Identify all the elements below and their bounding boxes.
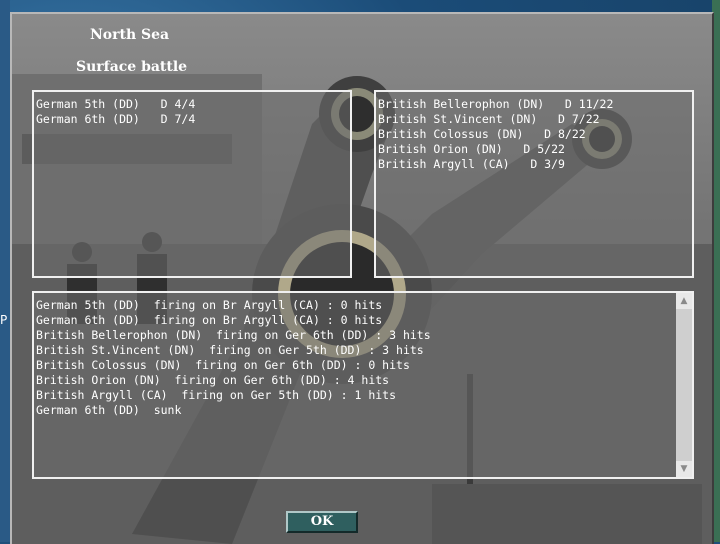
german-ships-panel: German 5th (DD) D 4/4 German 6th (DD) D 7… (32, 90, 352, 278)
map-label-fragment: P (0, 313, 8, 327)
german-ship-entry: German 6th (DD) D 7/4 (36, 112, 196, 126)
region-title: North Sea (90, 27, 170, 43)
german-ships-list: German 5th (DD) D 4/4 German 6th (DD) D 7… (36, 97, 195, 127)
battle-report-dialog: North Sea Surface battle German 5th (DD)… (10, 12, 714, 544)
combat-log-list: German 5th (DD) firing on Br Argyll (CA)… (36, 298, 431, 418)
british-ship-entry: British Orion (DN) D 5/22 (378, 142, 565, 156)
british-ship-entry: British Bellerophon (DN) D 11/22 (378, 97, 614, 111)
scroll-up-arrow-icon[interactable]: ▲ (676, 293, 692, 309)
british-ships-list: British Bellerophon (DN) D 11/22 British … (378, 97, 613, 172)
combat-log-scrollbar[interactable]: ▲ ▼ (676, 293, 692, 477)
combat-log-entry: British Orion (DN) firing on Ger 6th (DD… (36, 373, 390, 387)
british-ship-entry: British Colossus (DN) D 8/22 (378, 127, 586, 141)
combat-log-entry: German 6th (DD) sunk (36, 403, 182, 417)
combat-log-panel[interactable]: German 5th (DD) firing on Br Argyll (CA)… (32, 291, 694, 479)
combat-log-entry: German 5th (DD) firing on Br Argyll (CA)… (36, 298, 383, 312)
combat-log-entry: British Bellerophon (DN) firing on Ger 6… (36, 328, 431, 342)
british-ships-panel: British Bellerophon (DN) D 11/22 British … (374, 90, 694, 278)
combat-log-entry: British Argyll (CA) firing on Ger 5th (D… (36, 388, 397, 402)
british-ship-entry: British Argyll (CA) D 3/9 (378, 157, 565, 171)
ok-button[interactable]: OK (286, 511, 358, 533)
battle-type-title: Surface battle (76, 59, 188, 75)
combat-log-entry: British St.Vincent (DN) firing on Ger 5t… (36, 343, 424, 357)
combat-log-entry: German 6th (DD) firing on Br Argyll (CA)… (36, 313, 383, 327)
scroll-down-arrow-icon[interactable]: ▼ (676, 461, 692, 477)
map-edge-left (0, 0, 10, 542)
british-ship-entry: British St.Vincent (DN) D 7/22 (378, 112, 600, 126)
scrollbar-track[interactable] (676, 309, 692, 461)
combat-log-entry: British Colossus (DN) firing on Ger 6th … (36, 358, 410, 372)
german-ship-entry: German 5th (DD) D 4/4 (36, 97, 196, 111)
